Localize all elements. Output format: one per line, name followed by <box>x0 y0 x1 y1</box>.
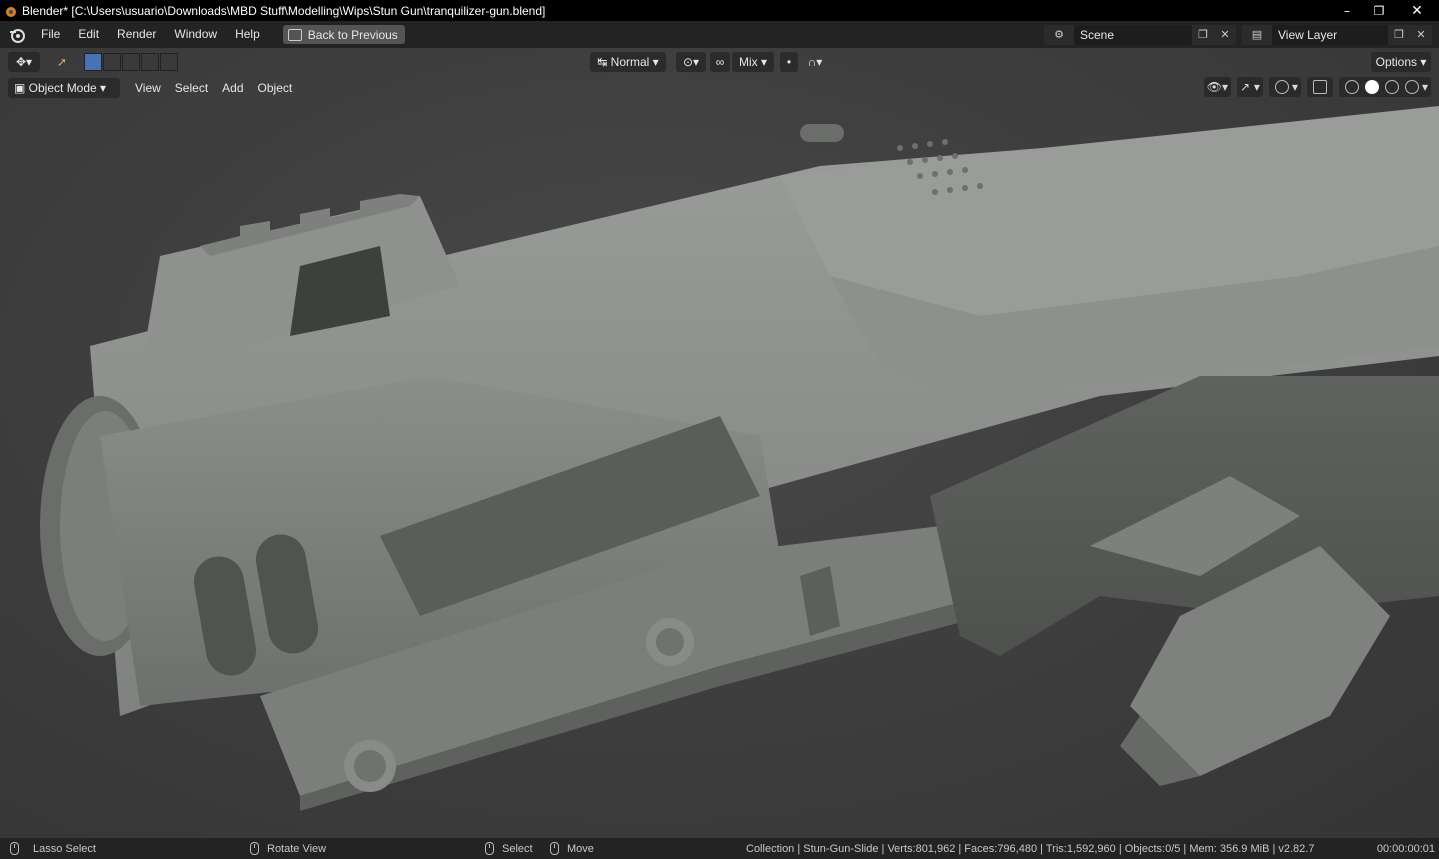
select-hint: Select <box>485 842 533 855</box>
menu-view[interactable]: View <box>128 81 168 95</box>
gizmo-icon: ↗ <box>1240 80 1251 94</box>
screen-icon <box>287 28 302 41</box>
new-scene-icon[interactable]: ❐ <box>1192 24 1214 45</box>
shading-mode-group: ▾ <box>1338 77 1431 97</box>
new-view-layer-icon[interactable]: ❐ <box>1388 24 1410 45</box>
wireframe-shading-icon[interactable] <box>1344 80 1359 94</box>
scene-icon[interactable]: ⚙ <box>1044 24 1074 45</box>
menu-file[interactable]: File <box>32 21 69 48</box>
rendered-shading-icon[interactable] <box>1404 80 1419 94</box>
viewport-header: ✥▾ ➚ ↹ Normal ▾ ⊙▾ ∞ Mix ▾ • ∩▾ Options … <box>0 48 1439 76</box>
lasso-tool-icon[interactable]: ➚ <box>50 52 74 72</box>
chevron-down-icon: ▾ <box>1291 80 1298 94</box>
chevron-down-icon[interactable]: ▾ <box>1422 80 1428 94</box>
move-hint-label: Move <box>567 842 594 855</box>
mouse-right-icon <box>550 842 559 855</box>
xray-toggle[interactable] <box>1306 77 1333 97</box>
menu-add[interactable]: Add <box>215 81 250 95</box>
select-new-icon[interactable] <box>84 53 102 71</box>
chevron-down-icon: ▾ <box>649 55 659 69</box>
solid-shading-icon[interactable] <box>1364 80 1379 94</box>
mode-menu-row: ▣ Object Mode ▾ View Select Add Object <box>8 77 299 99</box>
delete-view-layer-icon[interactable]: ✕ <box>1410 24 1432 45</box>
snap-icon[interactable]: ∞ <box>710 52 730 72</box>
snap-mode-dropdown[interactable]: Mix ▾ <box>732 52 774 72</box>
menu-render[interactable]: Render <box>108 21 165 48</box>
select-subtract-icon[interactable] <box>122 53 140 71</box>
blender-logo-icon <box>6 6 16 17</box>
timecode: 00:00:00:01 <box>1376 842 1435 855</box>
scene-statistics: Collection | Stun-Gun-Slide | Verts:801,… <box>746 842 1315 855</box>
menu-select[interactable]: Select <box>168 81 215 95</box>
chevron-down-icon: ▾ <box>1250 80 1260 94</box>
rotate-hint: Rotate View <box>250 842 326 855</box>
view-layer-icon[interactable]: ▤ <box>1242 24 1272 45</box>
scene-selector: ⚙ Scene ❐ ✕ <box>1044 24 1236 45</box>
xray-icon <box>1312 80 1327 94</box>
object-mode-value: Object Mode <box>28 81 97 95</box>
window-controls: – ❐ ✕ <box>1331 0 1439 21</box>
lasso-hint: Lasso Select <box>10 842 96 855</box>
object-mode-dropdown[interactable]: ▣ Object Mode ▾ <box>8 78 120 98</box>
overlays-icon <box>1274 80 1289 94</box>
orientation-value: Normal <box>610 55 650 69</box>
chevron-down-icon: ▾ <box>1417 55 1427 69</box>
menu-edit[interactable]: Edit <box>69 21 108 48</box>
visibility-dropdown[interactable]: 👁▾ <box>1203 77 1232 97</box>
editor-type-icon[interactable]: ✥▾ <box>8 52 40 72</box>
view-layer-selector: ▤ View Layer ❐ ✕ <box>1242 24 1432 45</box>
back-to-previous-label: Back to Previous <box>307 27 398 42</box>
tranquilizer-gun-model[interactable] <box>0 76 1439 838</box>
options-label: Options <box>1375 55 1417 69</box>
rotate-hint-label: Rotate View <box>267 842 327 855</box>
gizmo-dropdown[interactable]: ↗ ▾ <box>1237 77 1263 97</box>
orientation-icon: ↹ <box>597 55 611 69</box>
mouse-middle-icon <box>250 842 259 855</box>
proportional-edit-icon[interactable]: • <box>780 52 798 72</box>
select-extend-icon[interactable] <box>103 53 121 71</box>
menu-help[interactable]: Help <box>226 21 269 48</box>
scene-field[interactable]: Scene <box>1074 24 1192 45</box>
title-bar: Blender* [C:\Users\usuario\Downloads\MBD… <box>0 0 1439 21</box>
chevron-down-icon: ▾ <box>96 81 107 95</box>
back-to-previous-button[interactable]: Back to Previous <box>282 25 405 44</box>
falloff-icon[interactable]: ∩▾ <box>800 52 830 72</box>
minimize-button[interactable]: – <box>1331 0 1363 21</box>
selection-mode-group <box>84 53 179 71</box>
close-button[interactable]: ✕ <box>1395 0 1439 21</box>
3d-viewport[interactable]: ✥▾ ➚ ↹ Normal ▾ ⊙▾ ∞ Mix ▾ • ∩▾ Options … <box>0 48 1439 838</box>
mouse-left-icon <box>10 842 19 855</box>
select-difference-icon[interactable] <box>141 53 159 71</box>
options-dropdown[interactable]: Options ▾ <box>1371 52 1431 72</box>
delete-scene-icon[interactable]: ✕ <box>1214 24 1236 45</box>
pivot-point-icon[interactable]: ⊙▾ <box>676 52 706 72</box>
lasso-hint-label: Lasso Select <box>33 842 96 855</box>
move-hint: Move <box>550 842 594 855</box>
transform-orientation-dropdown[interactable]: ↹ Normal ▾ <box>590 52 666 72</box>
snap-mode-value: Mix <box>738 55 758 69</box>
window-title: Blender* [C:\Users\usuario\Downloads\MBD… <box>22 3 546 18</box>
status-bar: Lasso Select Rotate View Select Move Col… <box>0 838 1439 859</box>
select-intersect-icon[interactable] <box>160 53 178 71</box>
menu-window[interactable]: Window <box>165 21 226 48</box>
menu-object[interactable]: Object <box>251 81 300 95</box>
view-layer-field[interactable]: View Layer <box>1272 24 1388 45</box>
mouse-left-icon <box>485 842 494 855</box>
eye-icon: 👁▾ <box>1206 80 1229 94</box>
maximize-button[interactable]: ❐ <box>1363 0 1395 21</box>
overlays-dropdown[interactable]: ▾ <box>1268 77 1301 97</box>
object-mode-icon: ▣ <box>14 81 29 95</box>
blender-menu-icon[interactable] <box>6 24 28 46</box>
select-hint-label: Select <box>502 842 533 855</box>
chevron-down-icon: ▾ <box>757 55 768 69</box>
shading-controls: 👁▾ ↗ ▾ ▾ ▾ <box>1198 77 1431 97</box>
material-preview-icon[interactable] <box>1384 80 1399 94</box>
